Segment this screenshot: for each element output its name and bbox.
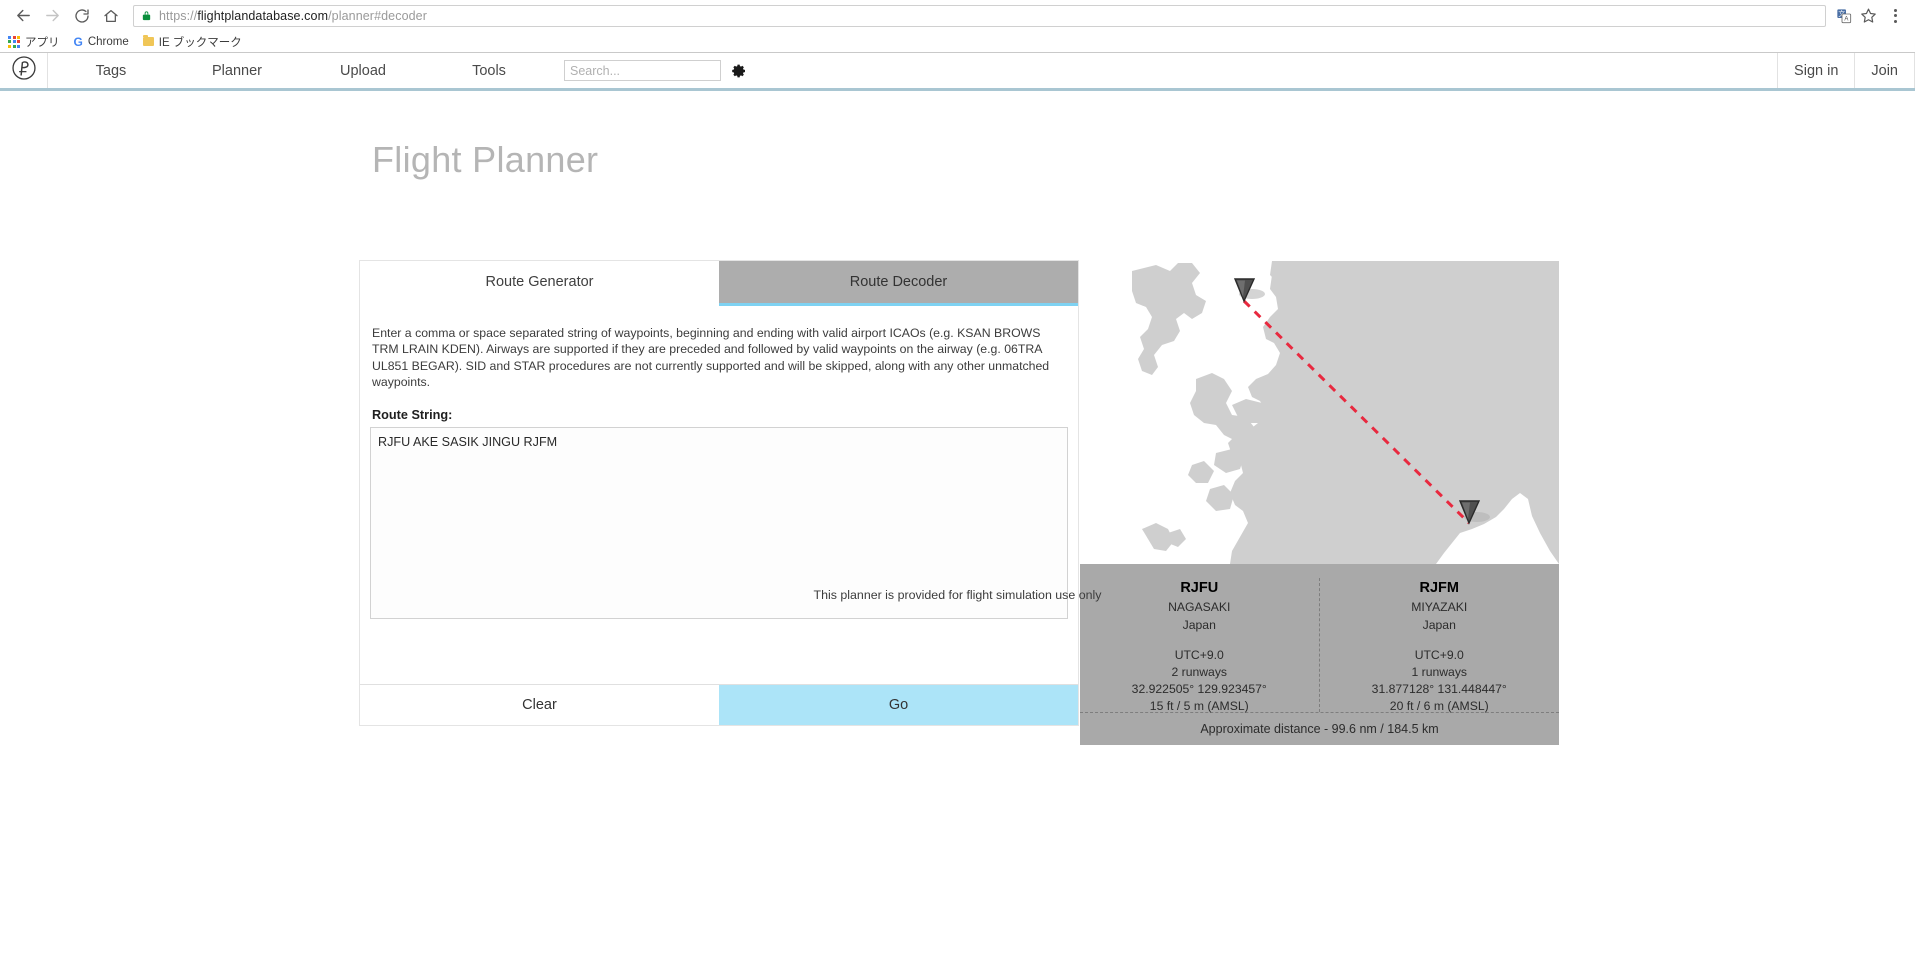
flightplandatabase-logo-icon <box>11 55 37 86</box>
home-icon[interactable] <box>96 1 125 30</box>
tab-label: Route Decoder <box>849 274 948 290</box>
site-auth-links: Sign in Join <box>1777 53 1915 88</box>
clear-button[interactable]: Clear <box>360 684 719 725</box>
google-g-icon: G <box>73 34 83 49</box>
bookmark-chrome[interactable]: G Chrome <box>74 36 129 48</box>
url-host: flightplandatabase.com <box>197 8 329 23</box>
tab-label: Route Generator <box>485 274 594 290</box>
url-scheme: https:// <box>159 8 198 23</box>
airport-elevation: 15 ft / 5 m (AMSL) <box>1149 699 1249 713</box>
url-path: /planner#decoder <box>328 8 427 23</box>
sign-in-link[interactable]: Sign in <box>1777 53 1854 88</box>
airport-runways: 2 runways <box>1171 665 1228 679</box>
planner-card-body: Enter a comma or space separated string … <box>360 306 1078 684</box>
map-graphic <box>1080 261 1559 564</box>
planner-actions: Clear Go <box>360 683 1078 725</box>
apps-grid-icon <box>8 35 20 48</box>
route-map[interactable] <box>1080 261 1559 564</box>
svg-text:A: A <box>1844 16 1848 22</box>
card-spacer <box>370 624 1068 684</box>
page-content: Flight Planner Route Generator Route Dec… <box>0 91 1915 961</box>
three-dot-menu-icon[interactable] <box>1884 3 1906 29</box>
tab-route-generator[interactable]: Route Generator <box>360 261 719 303</box>
site-search-area <box>564 53 747 88</box>
airport-coordinates: 32.922505° 129.923457° <box>1131 682 1267 696</box>
address-bar-url: https://flightplandatabase.com/planner#d… <box>159 9 427 23</box>
nav-item-label: Tools <box>472 62 506 79</box>
go-button[interactable]: Go <box>719 684 1078 725</box>
address-bar[interactable]: https://flightplandatabase.com/planner#d… <box>133 4 1826 27</box>
join-label: Join <box>1871 62 1898 79</box>
browser-toolbar: https://flightplandatabase.com/planner#d… <box>0 0 1915 31</box>
go-button-label: Go <box>888 696 909 713</box>
planner-tabs: Route Generator Route Decoder <box>360 261 1078 303</box>
folder-icon <box>142 35 154 46</box>
bookmarks-bar: アプリ G Chrome IE ブックマーク <box>0 31 1915 53</box>
gear-icon[interactable] <box>731 63 747 79</box>
lock-icon <box>141 9 152 22</box>
search-input[interactable] <box>564 60 721 81</box>
nav-item-label: Tags <box>95 62 127 79</box>
forward-arrow-icon <box>38 1 67 30</box>
sign-in-label: Sign in <box>1794 62 1839 79</box>
approximate-distance: Approximate distance - 99.6 nm / 184.5 k… <box>1080 712 1559 745</box>
reload-icon[interactable] <box>67 1 96 30</box>
site-nav-links: Tags Planner Upload Tools <box>48 53 552 88</box>
bookmark-label: アプリ <box>25 36 60 49</box>
tab-route-decoder[interactable]: Route Decoder <box>719 261 1078 303</box>
disclaimer-text: This planner is provided for flight simu… <box>813 588 1102 602</box>
browser-chrome: https://flightplandatabase.com/planner#d… <box>0 0 1915 53</box>
page-title: Flight Planner <box>372 139 599 180</box>
airport-utc: UTC+9.0 <box>1414 648 1464 662</box>
star-icon[interactable] <box>1856 4 1880 28</box>
airport-info-panel: RJFU NAGASAKI Japan UTC+9.0 2 runways 32… <box>1080 564 1560 713</box>
planner-card: Route Generator Route Decoder Enter a co… <box>360 261 1078 725</box>
site-logo[interactable] <box>0 53 48 88</box>
clear-button-label: Clear <box>522 696 557 713</box>
instructions-text: Enter a comma or space separated string … <box>372 326 1050 390</box>
nav-item-planner[interactable]: Planner <box>174 53 300 88</box>
airport-country: Japan <box>1182 618 1216 632</box>
tab-underline-right <box>719 303 1078 306</box>
translate-icon[interactable]: 文A <box>1832 4 1856 28</box>
bookmark-label: IE ブックマーク <box>158 36 242 49</box>
route-string-label: Route String: <box>372 407 453 422</box>
nav-item-upload[interactable]: Upload <box>300 53 426 88</box>
nav-item-tools[interactable]: Tools <box>426 53 552 88</box>
nav-item-label: Upload <box>340 62 386 79</box>
airport-coordinates: 31.877128° 131.448447° <box>1371 682 1507 696</box>
back-arrow-icon[interactable] <box>9 1 38 30</box>
site-navigation-bar: Tags Planner Upload Tools Sign in Join <box>0 53 1915 91</box>
airport-elevation: 20 ft / 6 m (AMSL) <box>1389 699 1489 713</box>
tab-underline <box>360 303 1078 306</box>
airport-country: Japan <box>1422 618 1456 632</box>
map-panel: RJFU NAGASAKI Japan UTC+9.0 2 runways 32… <box>1080 261 1559 745</box>
bookmark-ie-folder[interactable]: IE ブックマーク <box>142 34 242 50</box>
bookmark-label: Chrome <box>87 35 129 48</box>
nav-item-label: Planner <box>212 62 262 79</box>
bookmark-apps[interactable]: アプリ <box>8 34 60 50</box>
airport-utc: UTC+9.0 <box>1174 648 1224 662</box>
join-link[interactable]: Join <box>1854 53 1915 88</box>
airport-runways: 1 runways <box>1411 665 1468 679</box>
nav-item-tags[interactable]: Tags <box>48 53 174 88</box>
tab-underline-left <box>360 303 719 306</box>
